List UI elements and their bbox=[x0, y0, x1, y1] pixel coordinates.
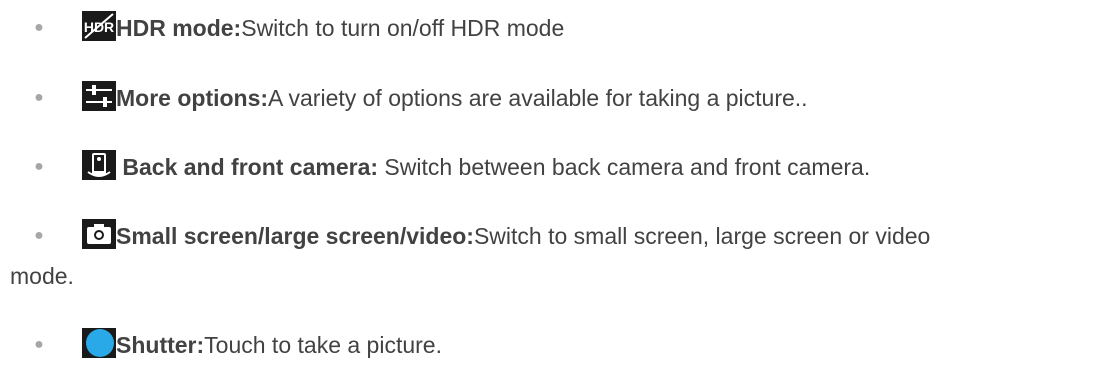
list-item-content: More options:A variety of options are av… bbox=[82, 81, 1090, 115]
list-item-content: HDR HDR mode:Switch to turn on/off HDR m… bbox=[82, 11, 1090, 45]
item-label: Back and front camera: bbox=[116, 154, 379, 180]
item-label: More options: bbox=[116, 85, 269, 111]
hdr-icon: HDR bbox=[82, 11, 116, 41]
sliders-icon bbox=[82, 81, 116, 111]
item-label: Shutter: bbox=[116, 332, 205, 358]
item-description: Switch between back camera and front cam… bbox=[378, 154, 871, 180]
item-label: Small screen/large screen/video: bbox=[116, 223, 474, 249]
bullet: ● bbox=[34, 89, 44, 106]
item-description: Switch to small screen, large screen or … bbox=[473, 223, 931, 249]
list-item-content: Shutter:Touch to take a picture. bbox=[82, 328, 1090, 362]
bullet: ● bbox=[34, 158, 44, 175]
camera-switch-icon bbox=[82, 150, 116, 180]
feature-list: ● HDR HDR mode:Switch to turn on/off HDR… bbox=[0, 0, 1110, 374]
item-description: Switch to turn on/off HDR mode bbox=[241, 15, 565, 41]
bullet: ● bbox=[34, 227, 44, 244]
list-item-content: Small screen/large screen/video:Switch t… bbox=[10, 219, 1090, 293]
item-description-continued: mode. bbox=[10, 263, 74, 289]
bullet: ● bbox=[34, 19, 44, 36]
item-label: HDR mode: bbox=[116, 15, 242, 41]
bullet: ● bbox=[34, 336, 44, 353]
shutter-icon bbox=[82, 328, 116, 358]
camera-icon bbox=[82, 219, 116, 249]
item-description: Touch to take a picture. bbox=[204, 332, 442, 358]
list-item-content: Back and front camera: Switch between ba… bbox=[82, 150, 1090, 184]
item-description: A variety of options are available for t… bbox=[268, 85, 808, 111]
